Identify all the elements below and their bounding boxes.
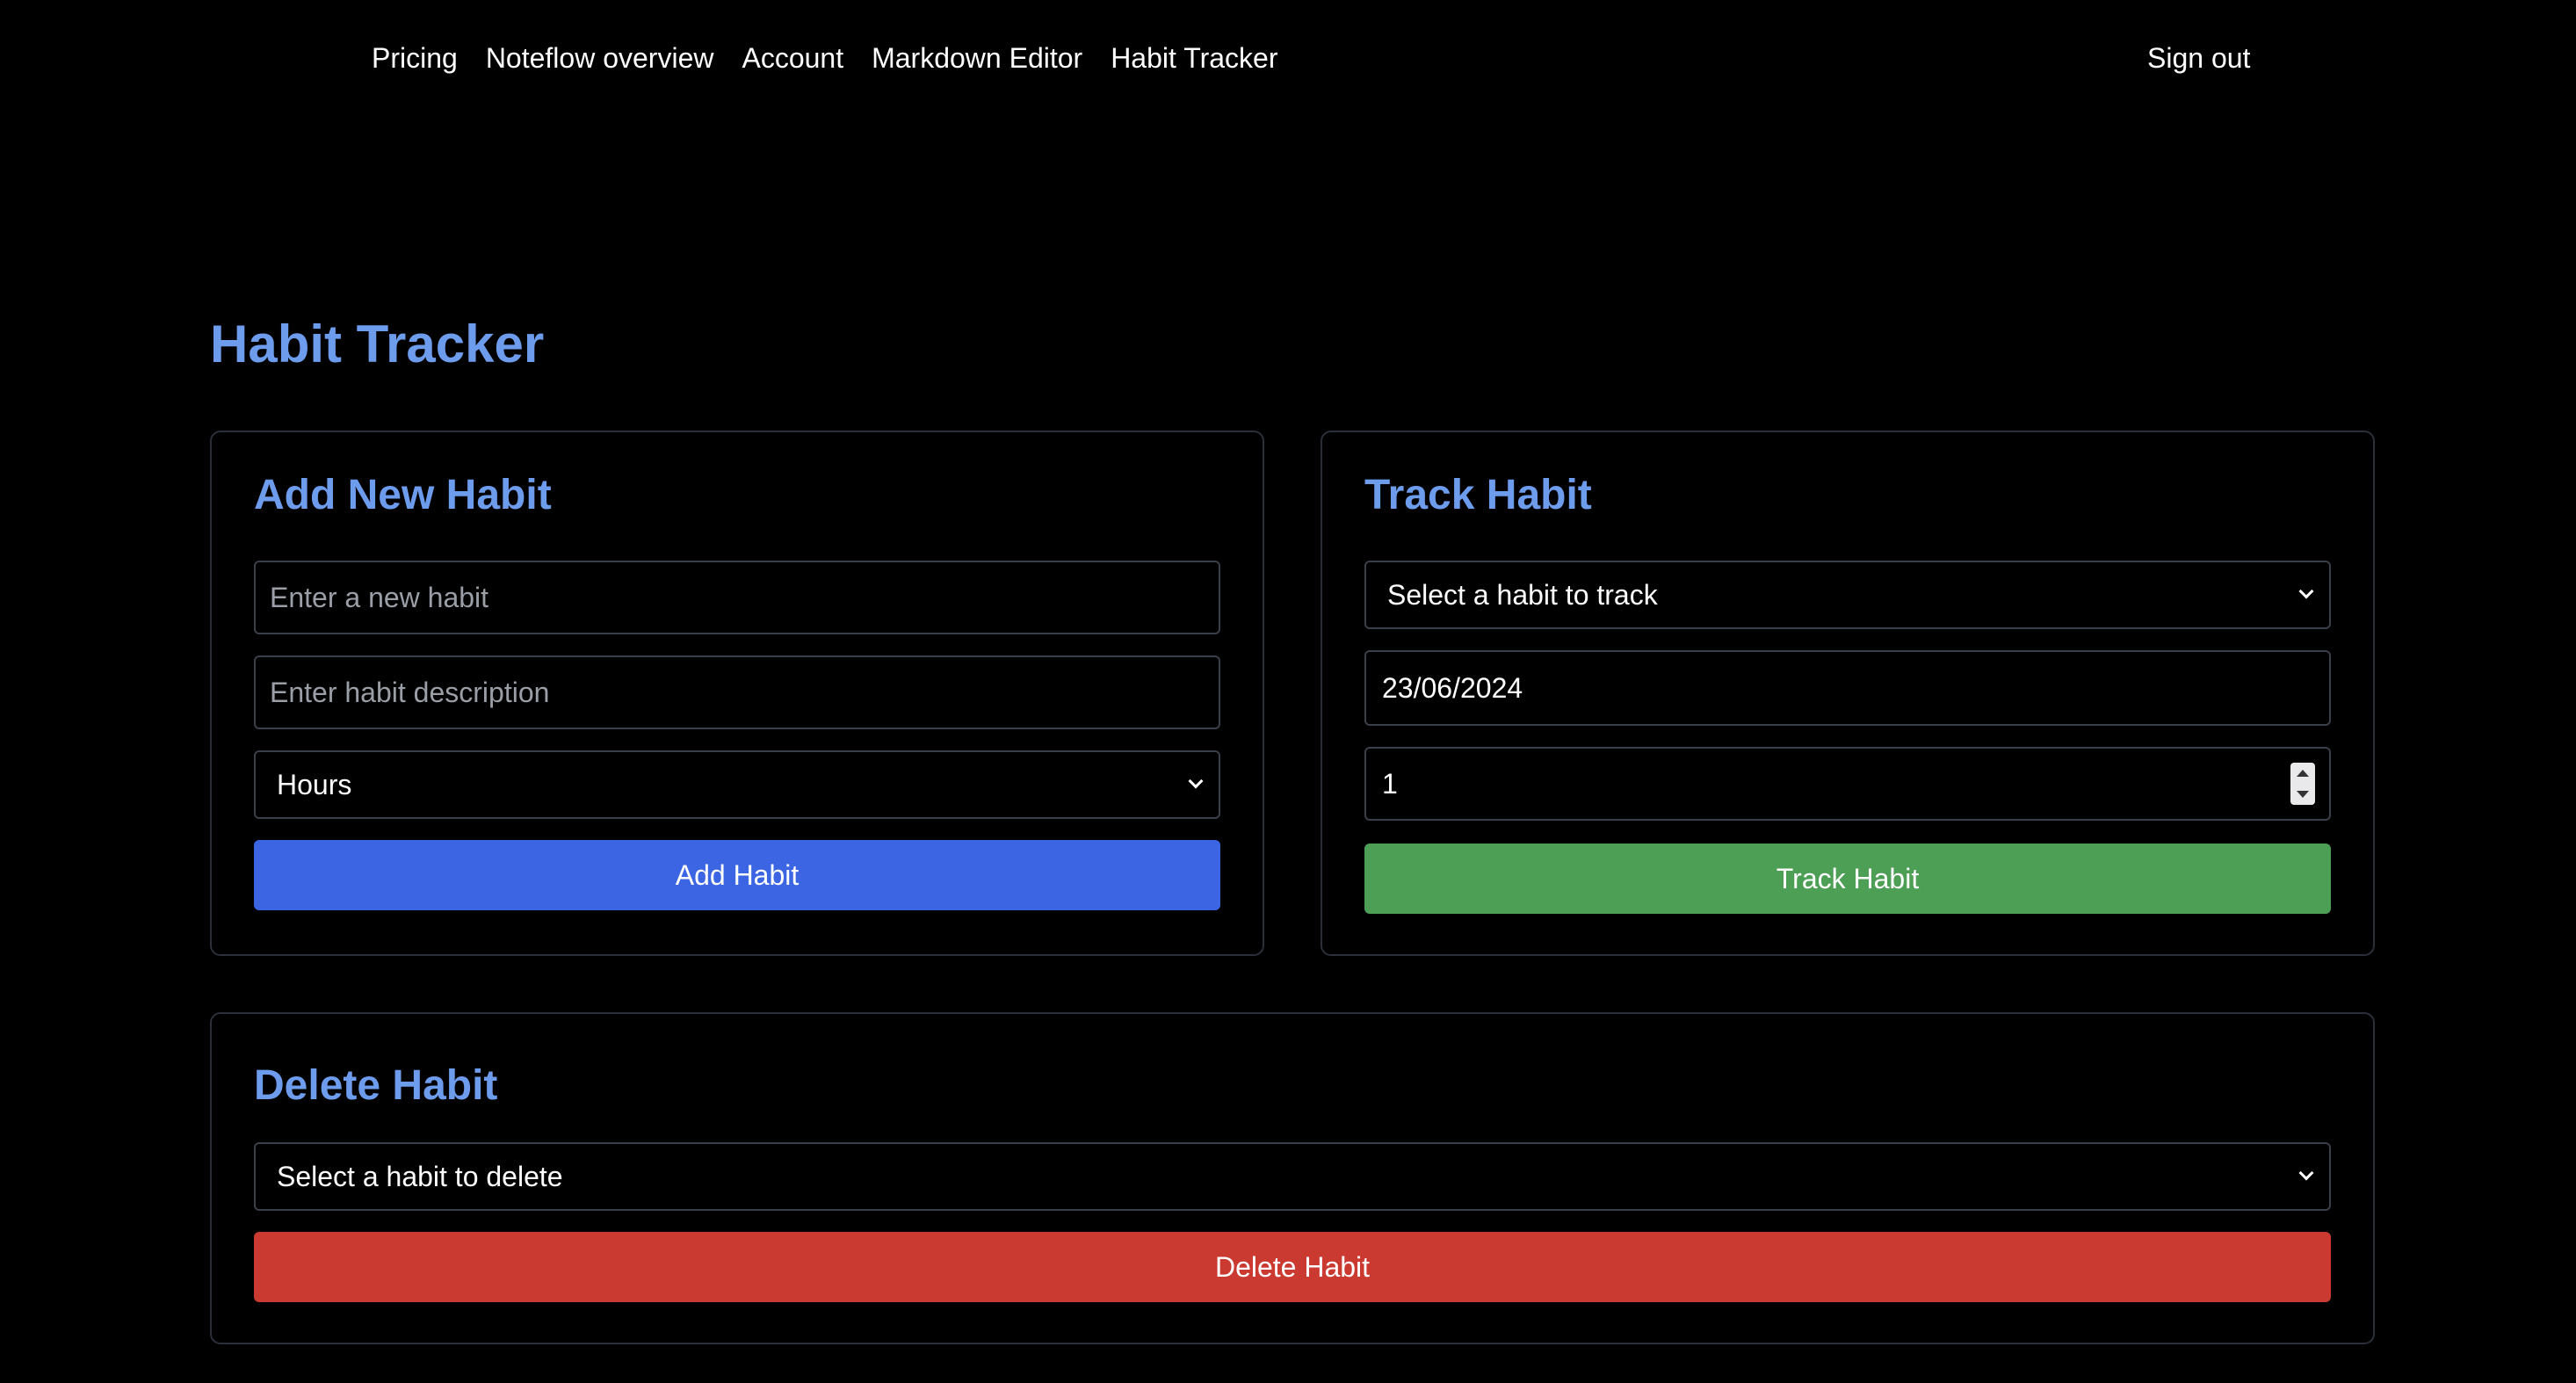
track-date-input[interactable]: 23/06/2024 — [1364, 650, 2331, 726]
track-habit-card: Track Habit Select a habit to track 23/0… — [1321, 431, 2375, 956]
nav-link-markdown-editor[interactable]: Markdown Editor — [872, 39, 1082, 77]
add-habit-button[interactable]: Add Habit — [254, 840, 1220, 910]
add-habit-title: Add New Habit — [254, 472, 552, 518]
habit-description-input[interactable] — [254, 655, 1220, 729]
track-amount-input[interactable]: 1 — [1364, 747, 2331, 821]
spin-down-icon[interactable] — [2297, 791, 2309, 798]
habit-name-input[interactable] — [254, 561, 1220, 634]
number-spinner[interactable] — [2290, 763, 2315, 805]
delete-habit-card: Delete Habit Select a habit to delete De… — [210, 1012, 2375, 1344]
chevron-down-icon — [2298, 583, 2314, 599]
add-habit-card: Add New Habit Hours Add Habit — [210, 431, 1264, 956]
nav-link-pricing[interactable]: Pricing — [372, 39, 458, 77]
spin-up-icon[interactable] — [2297, 770, 2309, 777]
nav-link-account[interactable]: Account — [742, 39, 843, 77]
nav-link-noteflow-overview[interactable]: Noteflow overview — [486, 39, 714, 77]
delete-habit-select[interactable]: Select a habit to delete — [254, 1142, 2331, 1211]
chevron-down-icon — [1188, 773, 1204, 789]
page-title: Habit Tracker — [210, 315, 545, 373]
delete-habit-button[interactable]: Delete Habit — [254, 1232, 2331, 1302]
chevron-down-icon — [2298, 1165, 2314, 1181]
top-navigation: Pricing Noteflow overview Account Markdo… — [0, 0, 2576, 116]
track-habit-select-value: Select a habit to track — [1387, 578, 1658, 611]
habit-unit-value: Hours — [277, 768, 352, 800]
track-habit-title: Track Habit — [1364, 472, 1592, 518]
track-habit-button[interactable]: Track Habit — [1364, 844, 2331, 914]
track-amount-value: 1 — [1382, 767, 1398, 800]
track-habit-select[interactable]: Select a habit to track — [1364, 561, 2331, 629]
sign-out-link[interactable]: Sign out — [2147, 39, 2250, 77]
nav-links: Pricing Noteflow overview Account Markdo… — [372, 39, 1277, 77]
track-date-value: 23/06/2024 — [1382, 671, 1523, 704]
delete-habit-select-value: Select a habit to delete — [277, 1160, 563, 1192]
nav-link-habit-tracker[interactable]: Habit Tracker — [1111, 39, 1277, 77]
delete-habit-title: Delete Habit — [254, 1062, 498, 1109]
habit-unit-select[interactable]: Hours — [254, 750, 1220, 819]
